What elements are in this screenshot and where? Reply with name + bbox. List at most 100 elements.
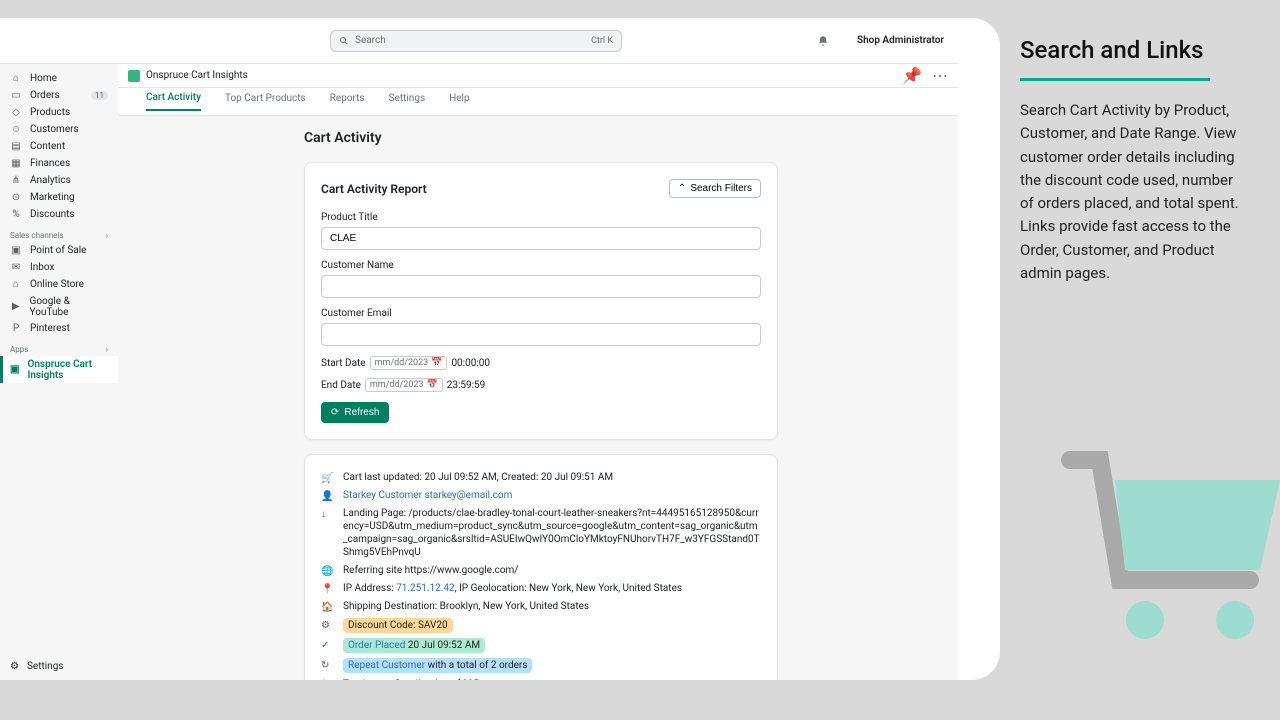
search-shortcut: Ctrl K bbox=[591, 36, 613, 46]
check-icon: ✓ bbox=[321, 639, 333, 651]
pos-icon: ▣ bbox=[10, 245, 22, 257]
nav-finances[interactable]: ▦Finances bbox=[0, 155, 118, 172]
finances-icon: ▦ bbox=[10, 158, 22, 170]
sales-channels-header: Sales channels› bbox=[0, 223, 118, 242]
start-date-input[interactable]: mm/dd/2023 📅 bbox=[370, 356, 448, 370]
app-icon: ▣ bbox=[10, 364, 19, 376]
cart-icon: 🛒 bbox=[321, 472, 333, 484]
app-frame: Search Ctrl K Shop Administrator ⌂Home ▭… bbox=[0, 18, 958, 680]
app-header: Onspruce Cart Insights 📌 ⋯ bbox=[118, 64, 958, 88]
store-icon: ⌂ bbox=[10, 279, 22, 291]
nav-online-store[interactable]: ⌂Online Store bbox=[0, 276, 118, 293]
tag-icon: ⚙ bbox=[321, 619, 333, 631]
discount-pill: Discount Code: SAV20 bbox=[343, 618, 453, 633]
google-icon: ▶ bbox=[10, 301, 22, 313]
nav-google-youtube[interactable]: ▶Google & YouTube bbox=[0, 293, 118, 320]
cart-updated: Cart last updated: 20 Jul 09:52 AM, Crea… bbox=[343, 471, 613, 484]
tab-cart-activity[interactable]: Cart Activity bbox=[146, 92, 201, 111]
end-date-row: End Date mm/dd/2023 📅 23:59:59 bbox=[321, 378, 761, 392]
customer-link[interactable]: Starkey Customer bbox=[343, 490, 422, 501]
calendar-icon: 📅 bbox=[431, 358, 442, 368]
analytics-icon: ⋔ bbox=[10, 175, 22, 187]
calendar-icon: 📅 bbox=[427, 380, 438, 390]
customer-name-label: Customer Name bbox=[321, 260, 761, 271]
browser-frame: Search Ctrl K Shop Administrator ⌂Home ▭… bbox=[0, 18, 1000, 680]
topbar: Search Ctrl K Shop Administrator bbox=[0, 18, 958, 64]
globe-icon: 🌐 bbox=[321, 565, 333, 577]
global-search[interactable]: Search Ctrl K bbox=[330, 30, 622, 52]
search-placeholder: Search bbox=[355, 35, 386, 46]
gear-icon: ⚙ bbox=[10, 661, 19, 672]
nav-inbox[interactable]: ✉Inbox bbox=[0, 259, 118, 276]
app-tabs: Cart Activity Top Cart Products Reports … bbox=[118, 88, 958, 116]
landing-icon: ↓ bbox=[321, 508, 333, 520]
nav-home[interactable]: ⌂Home bbox=[0, 70, 118, 87]
page-title: Cart Activity bbox=[304, 130, 778, 146]
nav-pos[interactable]: ▣Point of Sale bbox=[0, 242, 118, 259]
ip-link[interactable]: 71.251.12.42 bbox=[396, 583, 455, 594]
chevron-up-icon: ⌃ bbox=[678, 183, 686, 194]
content-icon: ▤ bbox=[10, 141, 22, 153]
orders-badge: 11 bbox=[91, 91, 108, 100]
page-content: Cart Activity Cart Activity Report ⌃ Sea… bbox=[118, 116, 958, 680]
notification-icon[interactable] bbox=[817, 35, 829, 47]
search-icon bbox=[339, 36, 349, 46]
app-logo bbox=[128, 70, 140, 82]
nav-content[interactable]: ▤Content bbox=[0, 138, 118, 155]
total-spent: Total spent for all orders: $295 bbox=[343, 678, 479, 680]
money-icon: $ bbox=[321, 679, 333, 680]
app-name: Onspruce Cart Insights bbox=[146, 70, 248, 81]
nav-marketing[interactable]: ⊙Marketing bbox=[0, 189, 118, 206]
nav-app-onspruce[interactable]: ▣Onspruce Cart Insights bbox=[0, 356, 118, 383]
end-date-input[interactable]: mm/dd/2023 📅 bbox=[365, 378, 443, 392]
refresh-icon: ⟳ bbox=[331, 407, 339, 418]
discounts-icon: % bbox=[10, 209, 22, 221]
marketing-icon: ⊙ bbox=[10, 192, 22, 204]
marketing-panel: Search and Links Search Cart Activity by… bbox=[1000, 0, 1280, 720]
pin-icon[interactable]: 📌 bbox=[902, 66, 922, 85]
customers-icon: ☺ bbox=[10, 124, 22, 136]
customer-email-input[interactable] bbox=[321, 323, 761, 346]
side-nav: ⌂Home ▭Orders11 ◇Products ☺Customers ▤Co… bbox=[0, 64, 118, 680]
tab-help[interactable]: Help bbox=[449, 93, 469, 110]
customer-name-input[interactable] bbox=[321, 275, 761, 298]
report-title: Cart Activity Report bbox=[321, 182, 427, 196]
user-name[interactable]: Shop Administrator bbox=[857, 35, 944, 46]
nav-orders[interactable]: ▭Orders11 bbox=[0, 87, 118, 104]
home-icon: ⌂ bbox=[10, 73, 22, 85]
search-filters-button[interactable]: ⌃ Search Filters bbox=[669, 179, 761, 198]
cart-illustration bbox=[1060, 420, 1280, 660]
panel-divider bbox=[1020, 78, 1210, 81]
repeat-pill: Repeat Customer with a total of 2 orders bbox=[343, 658, 532, 673]
shipping-dest: Shipping Destination: Brooklyn, New York… bbox=[343, 600, 589, 613]
apps-header: Apps› bbox=[0, 337, 118, 356]
orders-icon: ▭ bbox=[10, 90, 22, 102]
nav-analytics[interactable]: ⋔Analytics bbox=[0, 172, 118, 189]
nav-customers[interactable]: ☺Customers bbox=[0, 121, 118, 138]
panel-title: Search and Links bbox=[1020, 36, 1250, 64]
report-card: Cart Activity Report ⌃ Search Filters Pr… bbox=[304, 162, 778, 440]
start-date-row: Start Date mm/dd/2023 📅 00:00:00 bbox=[321, 356, 761, 370]
landing-page: Landing Page: /products/clae-bradley-ton… bbox=[343, 507, 761, 559]
repeat-icon: ↻ bbox=[321, 659, 333, 671]
customer-email-link[interactable]: starkey@email.com bbox=[424, 490, 512, 501]
customer-email-label: Customer Email bbox=[321, 308, 761, 319]
pinterest-icon: P bbox=[10, 323, 22, 335]
tab-settings[interactable]: Settings bbox=[389, 93, 426, 110]
shipping-icon: 🏠 bbox=[321, 601, 333, 613]
refresh-button[interactable]: ⟳ Refresh bbox=[321, 402, 389, 423]
location-icon: 📍 bbox=[321, 583, 333, 595]
product-title-input[interactable] bbox=[321, 227, 761, 250]
nav-pinterest[interactable]: PPinterest bbox=[0, 320, 118, 337]
tab-reports[interactable]: Reports bbox=[330, 93, 365, 110]
order-placed-pill: Order Placed 20 Jul 09:52 AM bbox=[343, 638, 485, 653]
user-icon: 👤 bbox=[321, 490, 333, 502]
panel-body: Search Cart Activity by Product, Custome… bbox=[1020, 99, 1250, 285]
activity-card: 🛒 Cart last updated: 20 Jul 09:52 AM, Cre… bbox=[304, 454, 778, 680]
more-icon[interactable]: ⋯ bbox=[932, 66, 948, 85]
tab-top-cart-products[interactable]: Top Cart Products bbox=[225, 93, 306, 110]
nav-settings[interactable]: ⚙Settings bbox=[10, 661, 63, 672]
product-title-label: Product Title bbox=[321, 212, 761, 223]
nav-discounts[interactable]: %Discounts bbox=[0, 206, 118, 223]
nav-products[interactable]: ◇Products bbox=[0, 104, 118, 121]
